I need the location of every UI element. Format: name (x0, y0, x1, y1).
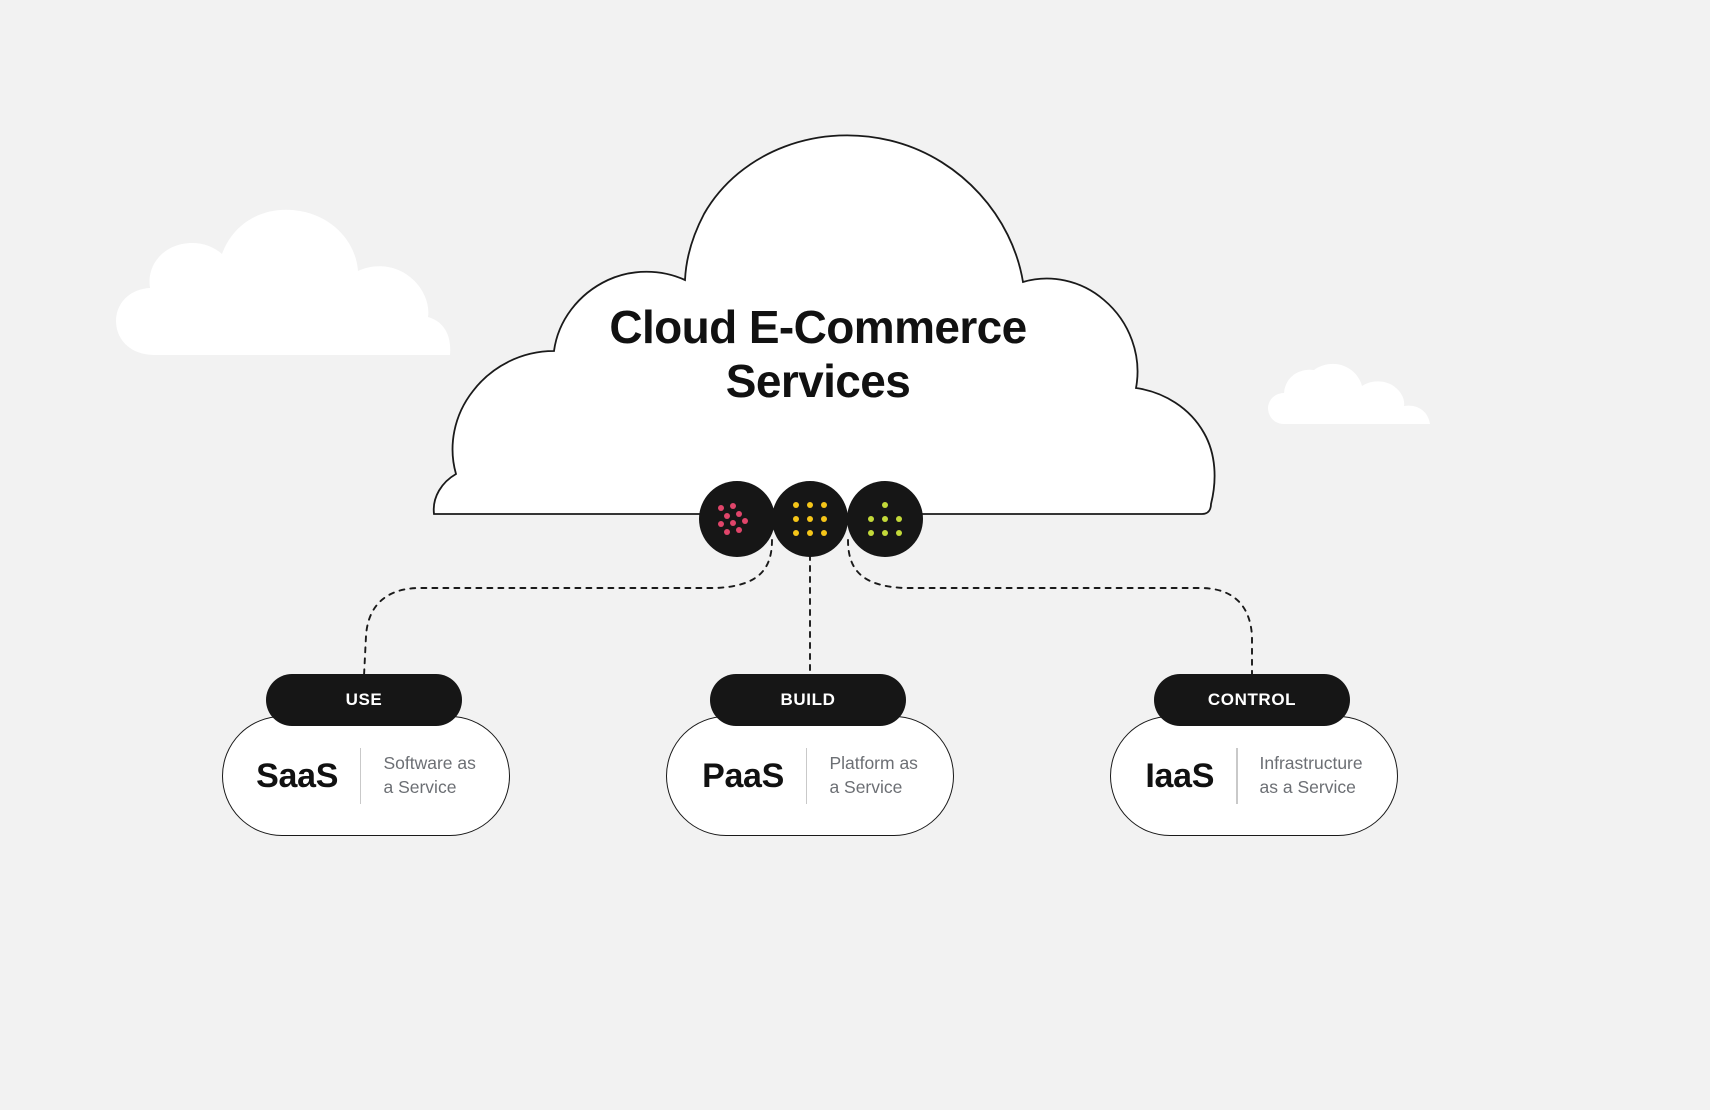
service-abbr: SaaS (256, 756, 339, 795)
arrow-dots-icon (714, 499, 760, 539)
pill-badge-control[interactable]: CONTROL (1154, 674, 1350, 726)
pill-badge-label: BUILD (780, 690, 836, 709)
grid-dots-icon (793, 502, 828, 537)
service-card-saas[interactable]: SaaS Software as a Service (222, 716, 510, 836)
service-card-iaas[interactable]: IaaS Infrastructure as a Service (1110, 716, 1398, 836)
pill-badge-build[interactable]: BUILD (710, 674, 906, 726)
service-card-content: SaaS Software as a Service (256, 748, 476, 804)
service-description: Infrastructure as a Service (1259, 753, 1363, 797)
pyramid-dots-badge[interactable] (847, 481, 923, 557)
service-description: Software as a Service (383, 753, 476, 797)
connector-to-saas (363, 539, 773, 677)
pill-badge-label: USE (345, 690, 383, 709)
pyramid-dots-icon (868, 502, 903, 537)
service-abbr: IaaS (1145, 756, 1215, 795)
service-card-content: PaaS Platform as a Service (702, 748, 918, 804)
arrow-dots-badge[interactable] (699, 481, 775, 557)
pill-badge-use[interactable]: USE (266, 674, 462, 726)
service-abbr: PaaS (702, 756, 785, 795)
pill-badge-label: CONTROL (1207, 690, 1297, 709)
grid-dots-badge[interactable] (772, 481, 848, 557)
service-card-content: IaaS Infrastructure as a Service (1145, 748, 1363, 804)
service-description: Platform as a Service (829, 753, 918, 797)
diagram-canvas: Cloud E-Commerce Services SaaS Software … (0, 0, 1710, 1110)
connector-lines (363, 539, 1253, 677)
service-card-paas[interactable]: PaaS Platform as a Service (666, 716, 954, 836)
connector-to-iaas (847, 539, 1253, 677)
